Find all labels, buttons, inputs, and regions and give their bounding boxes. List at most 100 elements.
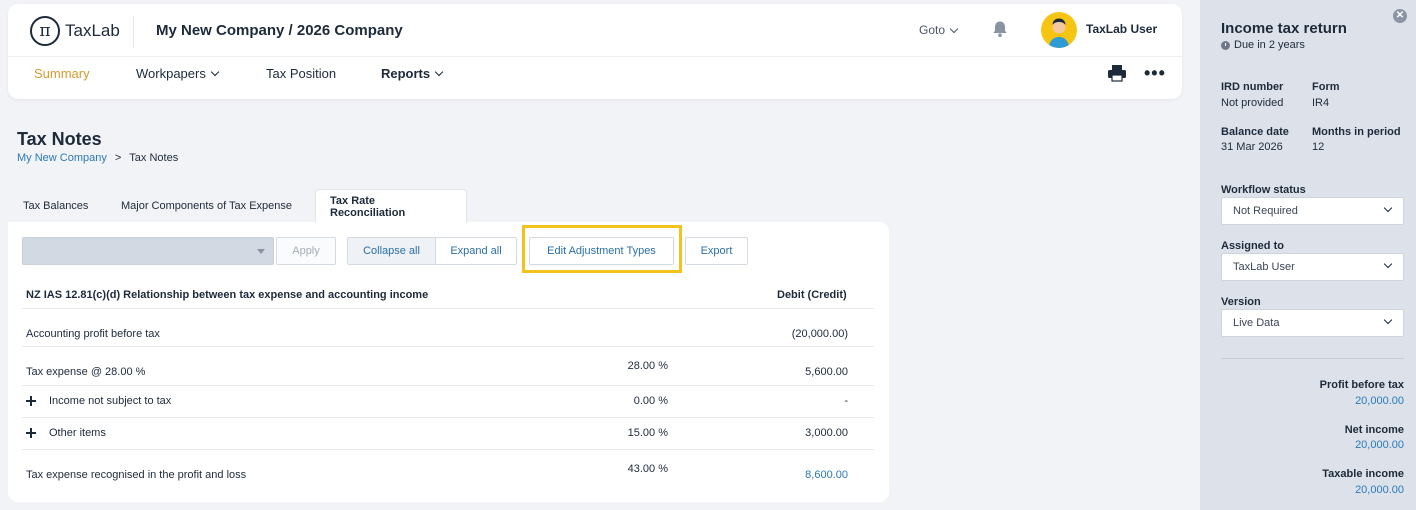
panel-title: Income tax return [1221,20,1347,37]
edit-adjustment-types-label: Edit Adjustment Types [547,245,656,257]
version-select[interactable]: Live Data [1221,309,1404,337]
header-separator [8,56,1182,57]
row-value: (20,000.00) [791,328,848,340]
assigned-select[interactable]: TaxLab User [1221,253,1404,281]
tab-label: Tax Balances [23,200,89,212]
table-heading: NZ IAS 12.81(c)(d) Relationship between … [26,289,429,301]
chevron-down-icon [434,67,444,77]
export-button[interactable]: Export [685,237,748,265]
logo[interactable]: π TaxLab [30,16,120,46]
row-label: Income not subject to tax [49,395,172,407]
nav-workpapers[interactable]: Workpapers [136,66,220,81]
balance-date-label: Balance date [1221,126,1289,138]
row-label: Tax expense @ 28.00 % [26,366,146,378]
ird-value: Not provided [1221,97,1284,109]
chevron-down-icon [210,67,220,77]
collapse-all-button[interactable]: Collapse all [347,237,436,265]
row-divider [22,449,874,450]
collapse-all-label: Collapse all [363,245,420,257]
workflow-label: Workflow status [1221,184,1306,196]
tab-tax-rate-reconciliation[interactable]: Tax Rate Reconciliation [315,189,467,223]
row-percent: 0.00 % [633,395,668,407]
header-divider [133,16,134,48]
ird-label: IRD number [1221,81,1284,93]
nav-summary-label: Summary [34,66,90,81]
profit-before-tax-value[interactable]: 20,000.00 [1355,395,1404,407]
header-card: π TaxLab My New Company / 2026 Company G… [8,4,1182,99]
expand-all-label: Expand all [450,245,502,257]
version-value: Live Data [1233,317,1280,329]
row-value: - [844,395,848,407]
assigned-label: Assigned to [1221,240,1284,252]
breadcrumb-separator: > [114,152,122,164]
workflow-value: Not Required [1233,205,1298,217]
goto-dropdown[interactable]: Goto [919,23,959,37]
bell-icon[interactable] [991,20,1009,38]
avatar[interactable] [1041,12,1077,48]
clock-icon [1221,40,1230,50]
months-value: 12 [1312,141,1325,153]
goto-label: Goto [919,23,946,37]
row-divider [22,417,874,418]
panel-due: Due in 2 years [1221,39,1305,51]
chevron-down-icon [1383,203,1393,213]
logo-icon: π [30,16,60,46]
avatar-icon [1049,18,1069,48]
tab-major-components[interactable]: Major Components of Tax Expense [107,189,306,223]
filter-select[interactable] [22,237,274,265]
row-value: 5,600.00 [805,366,848,378]
export-label: Export [700,245,733,257]
chevron-down-icon [1383,315,1393,325]
tab-label: Tax Rate Reconciliation [330,194,406,219]
form-label: Form [1312,81,1340,93]
panel-due-text: Due in 2 years [1234,39,1305,51]
form-value: IR4 [1312,97,1330,109]
breadcrumb-link-company[interactable]: My New Company [17,152,107,164]
net-income-value[interactable]: 20,000.00 [1355,439,1404,451]
net-income-label: Net income [1344,424,1404,436]
panel-divider [1221,358,1404,359]
breadcrumb-current: Tax Notes [129,152,179,164]
printer-icon[interactable] [1107,64,1127,82]
tab-tax-balances[interactable]: Tax Balances [9,189,102,223]
logo-text: TaxLab [65,21,120,40]
chevron-down-icon [949,24,959,33]
caret-down-icon [257,249,265,254]
balance-date-value: 31 Mar 2026 [1221,141,1283,153]
edit-adjustment-types-button[interactable]: Edit Adjustment Types [529,237,674,265]
plus-icon[interactable] [26,428,36,438]
plus-icon[interactable] [26,396,36,406]
user-name[interactable]: TaxLab User [1086,22,1157,36]
nav-workpapers-label: Workpapers [136,66,206,81]
close-icon[interactable]: ✕ [1393,9,1407,23]
more-icon[interactable]: ••• [1144,64,1166,82]
row-divider [22,308,874,309]
nav-reports-label: Reports [381,66,431,81]
row-percent: 15.00 % [627,427,668,439]
expand-all-button[interactable]: Expand all [436,237,517,265]
row-label: Accounting profit before tax [26,328,160,340]
row-percent: 43.00 % [627,463,668,475]
debit-credit-header: Debit (Credit) [777,289,847,301]
company-title: My New Company / 2026 Company [156,22,403,39]
taxable-income-value[interactable]: 20,000.00 [1355,484,1404,496]
months-label: Months in period [1312,126,1401,138]
assigned-value: TaxLab User [1233,261,1295,273]
apply-label: Apply [292,245,320,257]
tab-label: Major Components of Tax Expense [121,200,292,212]
row-value-link[interactable]: 8,600.00 [740,469,848,481]
row-divider [22,346,874,347]
row-percent: 28.00 % [627,360,668,372]
nav-reports[interactable]: Reports [381,66,444,81]
workflow-select[interactable]: Not Required [1221,197,1404,225]
page-title: Tax Notes [17,129,102,149]
breadcrumb: My New Company > Tax Notes [17,152,178,164]
nav-tax-position[interactable]: Tax Position [266,66,336,81]
apply-button[interactable]: Apply [276,237,336,265]
chevron-down-icon [1383,259,1393,269]
row-value: 3,000.00 [805,427,848,439]
taxable-income-label: Taxable income [1322,468,1404,480]
row-label: Tax expense recognised in the profit and… [26,469,247,481]
nav-summary[interactable]: Summary [34,66,90,81]
row-divider [22,385,874,386]
